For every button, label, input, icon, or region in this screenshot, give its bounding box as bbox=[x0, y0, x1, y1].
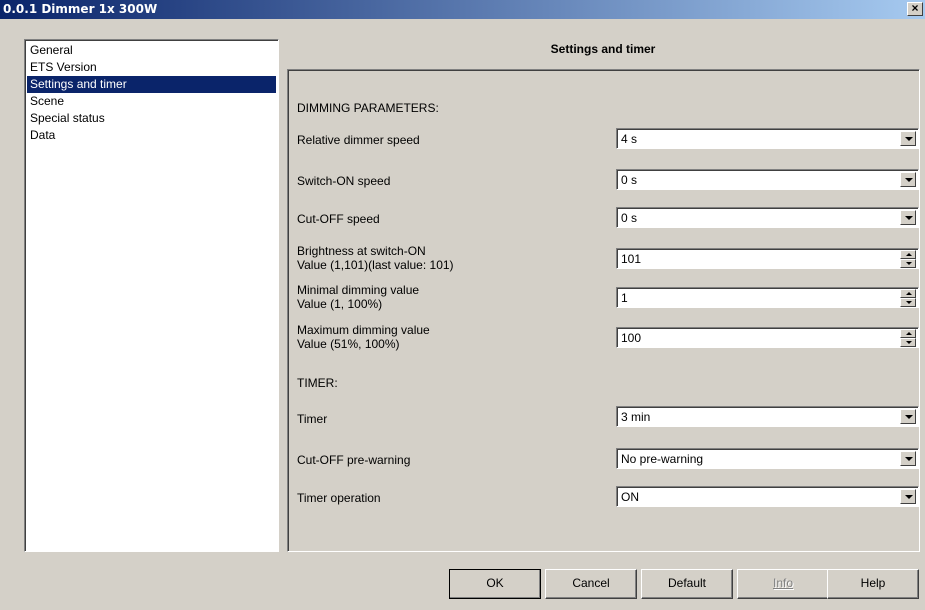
timer-select[interactable]: 3 min bbox=[616, 406, 919, 427]
timer-section-title: TIMER: bbox=[297, 376, 338, 390]
minimal-label-line1: Minimal dimming value bbox=[297, 283, 420, 297]
nav-item-scene[interactable]: Scene bbox=[27, 93, 276, 110]
page-heading: Settings and timer bbox=[550, 42, 656, 56]
spin-down-icon[interactable] bbox=[900, 338, 916, 347]
brightness-label-line2: Value (1,101)(last value: 101) bbox=[297, 258, 454, 272]
nav-item-ets-version[interactable]: ETS Version bbox=[27, 59, 276, 76]
minimal-label-line2: Value (1, 100%) bbox=[297, 297, 383, 311]
window-title: 0.0.1 Dimmer 1x 300W bbox=[3, 2, 158, 16]
timer-operation-label: Timer operation bbox=[297, 491, 381, 505]
parameter-page-list[interactable]: General ETS Version Settings and timer S… bbox=[24, 39, 279, 552]
maximum-value: 100 bbox=[621, 331, 642, 345]
spin-down-icon[interactable] bbox=[900, 259, 916, 268]
nav-item-special-status[interactable]: Special status bbox=[27, 110, 276, 127]
dropdown-arrow-icon[interactable] bbox=[900, 409, 916, 424]
ok-button[interactable]: OK bbox=[449, 569, 541, 599]
nav-item-general[interactable]: General bbox=[27, 42, 276, 59]
switch-on-speed-value: 0 s bbox=[621, 173, 638, 187]
dropdown-arrow-icon[interactable] bbox=[900, 489, 916, 504]
spin-up-icon[interactable] bbox=[900, 289, 916, 298]
dropdown-arrow-icon[interactable] bbox=[900, 210, 916, 225]
cut-off-pre-warning-label: Cut-OFF pre-warning bbox=[297, 453, 411, 467]
nav-item-data[interactable]: Data bbox=[27, 127, 276, 144]
switch-on-speed-select[interactable]: 0 s bbox=[616, 169, 919, 190]
maximum-dimming-spinner[interactable]: 100 bbox=[616, 327, 919, 348]
brightness-at-switch-on-spinner[interactable]: 101 bbox=[616, 248, 919, 269]
dropdown-arrow-icon[interactable] bbox=[900, 172, 916, 187]
cut-off-speed-value: 0 s bbox=[621, 211, 638, 225]
default-button[interactable]: Default bbox=[641, 569, 733, 599]
title-bar: 0.0.1 Dimmer 1x 300W × bbox=[0, 0, 925, 19]
spin-down-icon[interactable] bbox=[900, 298, 916, 307]
nav-item-settings-and-timer[interactable]: Settings and timer bbox=[27, 76, 276, 93]
relative-dimmer-speed-value: 4 s bbox=[621, 132, 638, 146]
cancel-button[interactable]: Cancel bbox=[545, 569, 637, 599]
spin-up-icon[interactable] bbox=[900, 250, 916, 259]
minimal-dimming-spinner[interactable]: 1 bbox=[616, 287, 919, 308]
cut-off-pre-warning-select[interactable]: No pre-warning bbox=[616, 448, 919, 469]
maximum-label-line1: Maximum dimming value bbox=[297, 323, 430, 337]
brightness-value: 101 bbox=[621, 252, 642, 266]
minimal-value: 1 bbox=[621, 291, 628, 305]
dropdown-arrow-icon[interactable] bbox=[900, 451, 916, 466]
dimming-section-title: DIMMING PARAMETERS: bbox=[297, 101, 439, 115]
help-button[interactable]: Help bbox=[827, 569, 919, 599]
brightness-at-switch-on-label: Brightness at switch-ON Value (1,101)(la… bbox=[297, 244, 454, 272]
switch-on-speed-label: Switch-ON speed bbox=[297, 174, 391, 188]
close-button[interactable]: × bbox=[907, 2, 923, 16]
cut-off-pre-warning-value: No pre-warning bbox=[621, 452, 704, 466]
timer-value: 3 min bbox=[621, 410, 651, 424]
info-button[interactable]: Info bbox=[737, 569, 829, 599]
timer-label: Timer bbox=[297, 412, 328, 426]
timer-operation-select[interactable]: ON bbox=[616, 486, 919, 507]
relative-dimmer-speed-select[interactable]: 4 s bbox=[616, 128, 919, 149]
maximum-dimming-label: Maximum dimming value Value (51%, 100%) bbox=[297, 323, 430, 351]
brightness-label-line1: Brightness at switch-ON bbox=[297, 244, 426, 258]
dropdown-arrow-icon[interactable] bbox=[900, 131, 916, 146]
timer-operation-value: ON bbox=[621, 490, 639, 504]
cut-off-speed-label: Cut-OFF speed bbox=[297, 212, 380, 226]
spin-up-icon[interactable] bbox=[900, 329, 916, 338]
maximum-label-line2: Value (51%, 100%) bbox=[297, 337, 400, 351]
relative-dimmer-speed-label: Relative dimmer speed bbox=[297, 133, 420, 147]
cut-off-speed-select[interactable]: 0 s bbox=[616, 207, 919, 228]
info-button-label: Info bbox=[772, 576, 793, 590]
minimal-dimming-label: Minimal dimming value Value (1, 100%) bbox=[297, 283, 419, 311]
